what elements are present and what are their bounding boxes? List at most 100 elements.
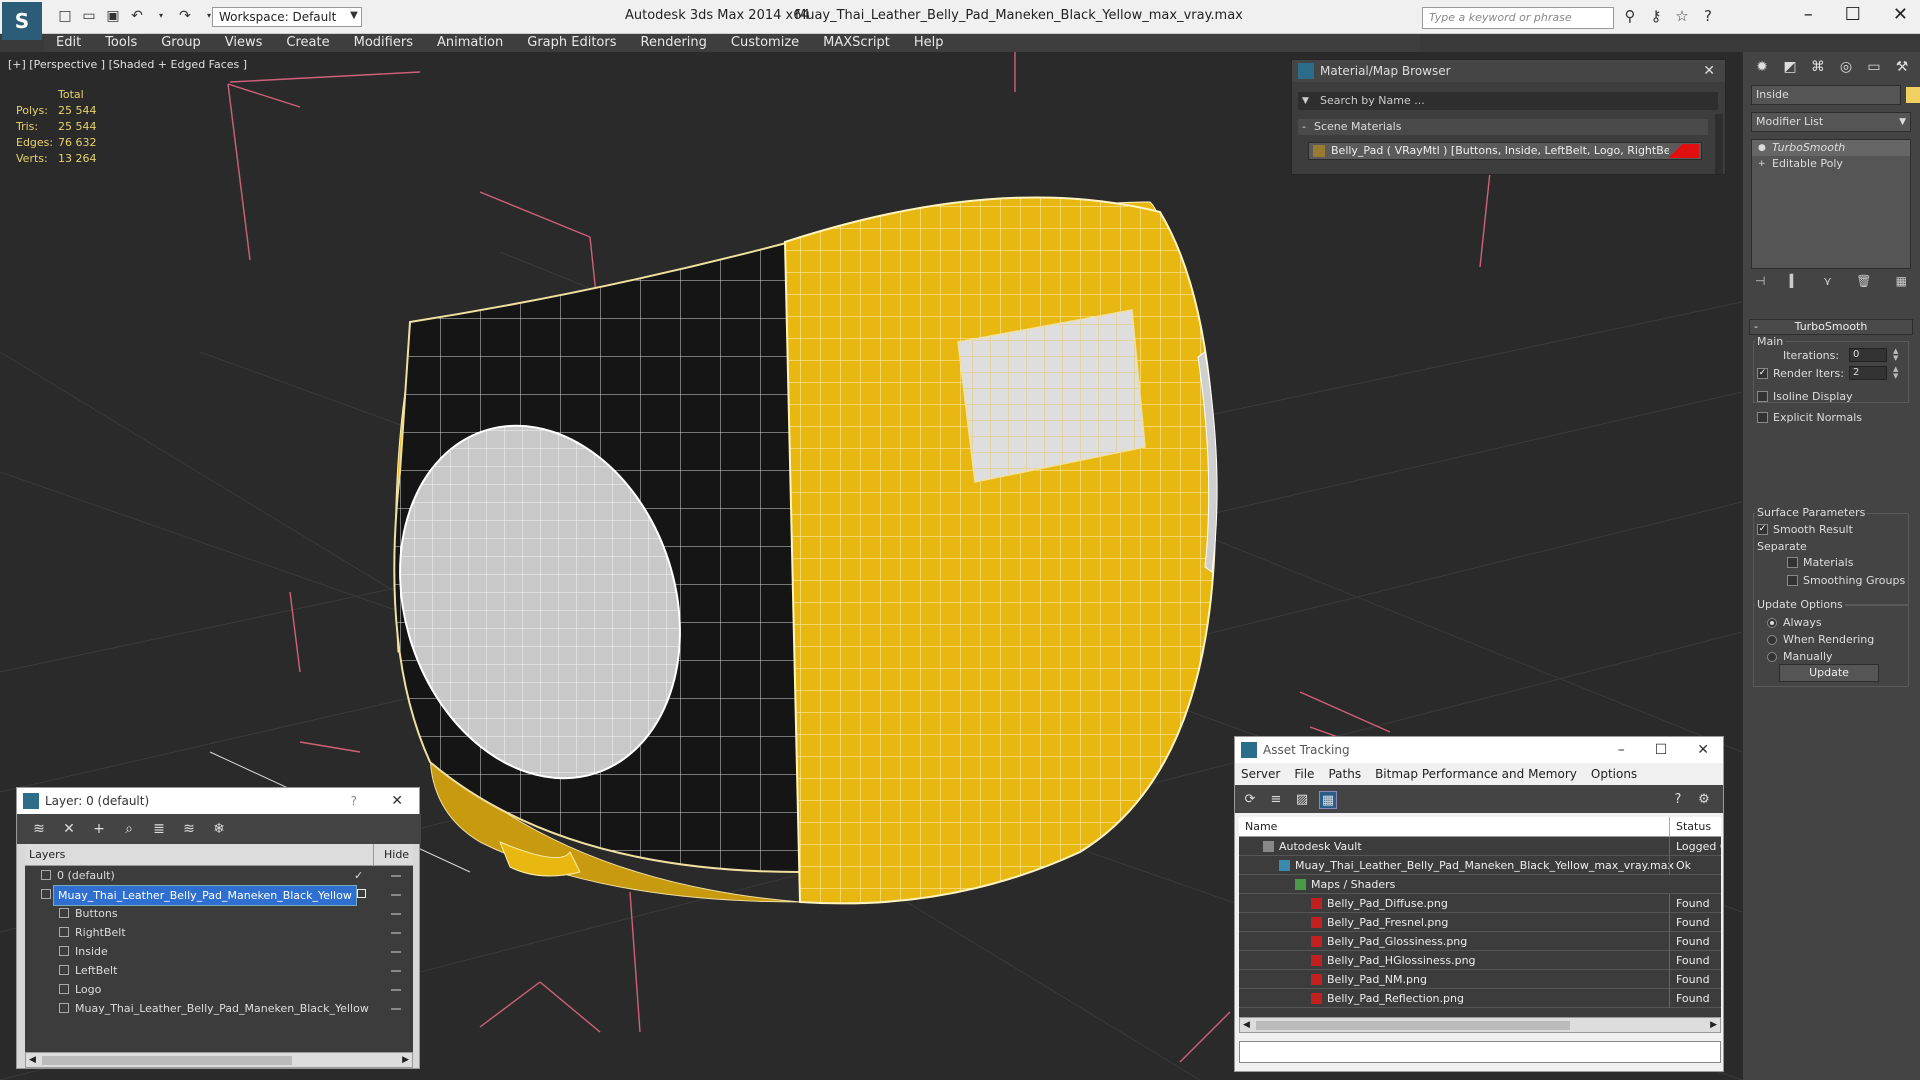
menu-options[interactable]: Options: [1591, 763, 1637, 785]
layers-column-header[interactable]: Layers: [29, 848, 65, 861]
active-layer-box-icon[interactable]: [357, 889, 366, 898]
hide-all-layers-icon[interactable]: ≋: [181, 821, 197, 837]
menu-bitmap-performance[interactable]: Bitmap Performance and Memory: [1375, 763, 1577, 785]
undo-dropdown-icon[interactable]: ▾: [152, 7, 170, 25]
show-end-result-icon[interactable]: ▍: [1790, 274, 1799, 296]
close-icon[interactable]: ✕: [1697, 737, 1709, 763]
asset-row[interactable]: Belly_Pad_Glossiness.png Found: [1239, 932, 1721, 951]
chevron-down-icon[interactable]: ▼: [1302, 92, 1309, 110]
material-item[interactable]: Belly_Pad ( VRayMtl ) [Buttons, Inside, …: [1308, 142, 1702, 160]
menu-create[interactable]: Create: [274, 34, 341, 52]
redo-icon[interactable]: ↷: [176, 7, 194, 25]
explicit-normals-checkbox[interactable]: [1757, 412, 1768, 423]
separate-smoothing-groups-checkbox[interactable]: [1787, 575, 1798, 586]
hide-toggle-icon[interactable]: [391, 951, 401, 953]
menu-modifiers[interactable]: Modifiers: [342, 34, 425, 52]
asset-row[interactable]: Belly_Pad_Reflection.png Found: [1239, 989, 1721, 1008]
status-column-header[interactable]: Status: [1669, 817, 1711, 837]
close-icon[interactable]: ✕: [391, 788, 403, 814]
help-icon[interactable]: ?: [351, 788, 357, 814]
stack-item-editable-poly[interactable]: + Editable Poly: [1752, 156, 1910, 172]
search-input[interactable]: Type a keyword or phrase: [1422, 7, 1614, 29]
motion-tab-icon[interactable]: ◎: [1835, 56, 1857, 78]
configure-modifier-sets-icon[interactable]: ▦: [1896, 274, 1907, 296]
scrollbar-thumb[interactable]: [42, 1056, 292, 1065]
menu-maxscript[interactable]: MAXScript: [811, 34, 902, 52]
workspace-dropdown[interactable]: Workspace: Default: [212, 7, 362, 27]
help-icon[interactable]: ?: [1698, 7, 1718, 25]
material-search-input[interactable]: ▼ Search by Name ...: [1298, 92, 1718, 110]
menu-animation[interactable]: Animation: [425, 34, 515, 52]
modify-tab-icon[interactable]: ◩: [1779, 56, 1801, 78]
layer-row[interactable]: Muay_Thai_Leather_Belly_Pad_Maneken_Blac…: [25, 999, 413, 1018]
maximize-icon[interactable]: ☐: [1845, 4, 1861, 25]
utilities-tab-icon[interactable]: ⚒: [1891, 56, 1913, 78]
hierarchy-tab-icon[interactable]: ⌘: [1807, 56, 1829, 78]
collapse-icon[interactable]: -: [1754, 320, 1758, 334]
object-color-swatch[interactable]: [1906, 87, 1920, 103]
list-view-icon[interactable]: ≡: [1267, 791, 1285, 809]
name-column-header[interactable]: Name: [1245, 820, 1277, 833]
lightbulb-icon[interactable]: ●: [1758, 140, 1766, 156]
thumbnail-view-icon[interactable]: ▨: [1293, 791, 1311, 809]
layer-row[interactable]: Muay_Thai_Leather_Belly_Pad_Maneken_Blac…: [25, 885, 413, 906]
asset-row[interactable]: Maps / Shaders: [1239, 875, 1721, 894]
layer-row[interactable]: Buttons: [25, 904, 413, 923]
undo-icon[interactable]: ↶: [128, 7, 146, 25]
scroll-right-icon[interactable]: ▶: [1710, 1018, 1717, 1032]
modifier-list-dropdown[interactable]: Modifier List ▼: [1751, 112, 1911, 132]
scroll-left-icon[interactable]: ◀: [1243, 1018, 1250, 1032]
minimize-icon[interactable]: –: [1618, 737, 1625, 763]
scroll-left-icon[interactable]: ◀: [29, 1053, 36, 1067]
asset-tracking-titlebar[interactable]: Asset Tracking – ☐ ✕: [1235, 737, 1723, 763]
scrollbar[interactable]: [1715, 114, 1723, 174]
render-iters-spinner[interactable]: 2: [1849, 366, 1887, 380]
asset-row[interactable]: Belly_Pad_NM.png Found: [1239, 970, 1721, 989]
make-unique-icon[interactable]: ⋎: [1823, 274, 1832, 296]
menu-graph-editors[interactable]: Graph Editors: [515, 34, 628, 52]
object-name-field[interactable]: Inside: [1751, 85, 1901, 105]
spinner-arrows-icon[interactable]: ▲ ▼: [1893, 366, 1898, 380]
menu-server[interactable]: Server: [1241, 763, 1280, 785]
hide-toggle-icon[interactable]: [391, 1008, 401, 1010]
save-icon[interactable]: ▣: [104, 7, 122, 25]
menu-views[interactable]: Views: [213, 34, 275, 52]
asset-row[interactable]: Autodesk Vault Logged Out: [1239, 837, 1721, 856]
menu-file[interactable]: File: [1294, 763, 1314, 785]
layer-row[interactable]: 0 (default) ✓: [25, 866, 413, 885]
new-file-icon[interactable]: □: [56, 7, 74, 25]
smooth-result-checkbox[interactable]: ✓: [1757, 524, 1768, 535]
render-iters-checkbox[interactable]: ✓: [1757, 368, 1768, 379]
open-file-icon[interactable]: ▭: [80, 7, 98, 25]
horizontal-scrollbar[interactable]: ◀ ▶: [1239, 1017, 1721, 1033]
table-view-icon[interactable]: ▦: [1319, 791, 1337, 809]
close-icon[interactable]: ✕: [1893, 4, 1908, 25]
highlight-layer-icon[interactable]: ≣: [151, 821, 167, 837]
hide-column-header[interactable]: Hide: [373, 844, 409, 866]
turbosmooth-rollout-header[interactable]: - TurboSmooth: [1749, 319, 1913, 335]
spinner-arrows-icon[interactable]: ▲ ▼: [1893, 348, 1898, 362]
hide-toggle-icon[interactable]: [391, 989, 401, 991]
minimize-icon[interactable]: –: [1804, 4, 1813, 25]
pin-stack-icon[interactable]: ⊣: [1755, 274, 1765, 296]
scene-materials-header[interactable]: - Scene Materials: [1298, 119, 1708, 135]
menu-rendering[interactable]: Rendering: [629, 34, 719, 52]
settings-icon[interactable]: ⚙: [1695, 791, 1713, 809]
key-icon[interactable]: ⚷: [1646, 7, 1666, 25]
expand-icon[interactable]: +: [1758, 156, 1766, 172]
menu-help[interactable]: Help: [902, 34, 956, 52]
material-browser-titlebar[interactable]: Material/Map Browser ✕: [1292, 60, 1725, 82]
layer-row[interactable]: LeftBelt: [25, 961, 413, 980]
active-layer-check-icon[interactable]: ✓: [354, 866, 363, 885]
hide-toggle-icon[interactable]: [391, 932, 401, 934]
iterations-spinner[interactable]: 0: [1849, 348, 1887, 362]
hide-toggle-icon[interactable]: [391, 913, 401, 915]
menu-group[interactable]: Group: [149, 34, 213, 52]
freeze-all-layers-icon[interactable]: ❄: [211, 821, 227, 837]
stack-item-turbosmooth[interactable]: ● TurboSmooth: [1752, 140, 1910, 156]
asset-row[interactable]: Belly_Pad_Diffuse.png Found: [1239, 894, 1721, 913]
close-icon[interactable]: ✕: [1703, 60, 1715, 82]
horizontal-scrollbar[interactable]: ◀ ▶: [25, 1052, 413, 1068]
create-tab-icon[interactable]: ✹: [1751, 56, 1773, 78]
menu-edit[interactable]: Edit: [44, 34, 93, 52]
